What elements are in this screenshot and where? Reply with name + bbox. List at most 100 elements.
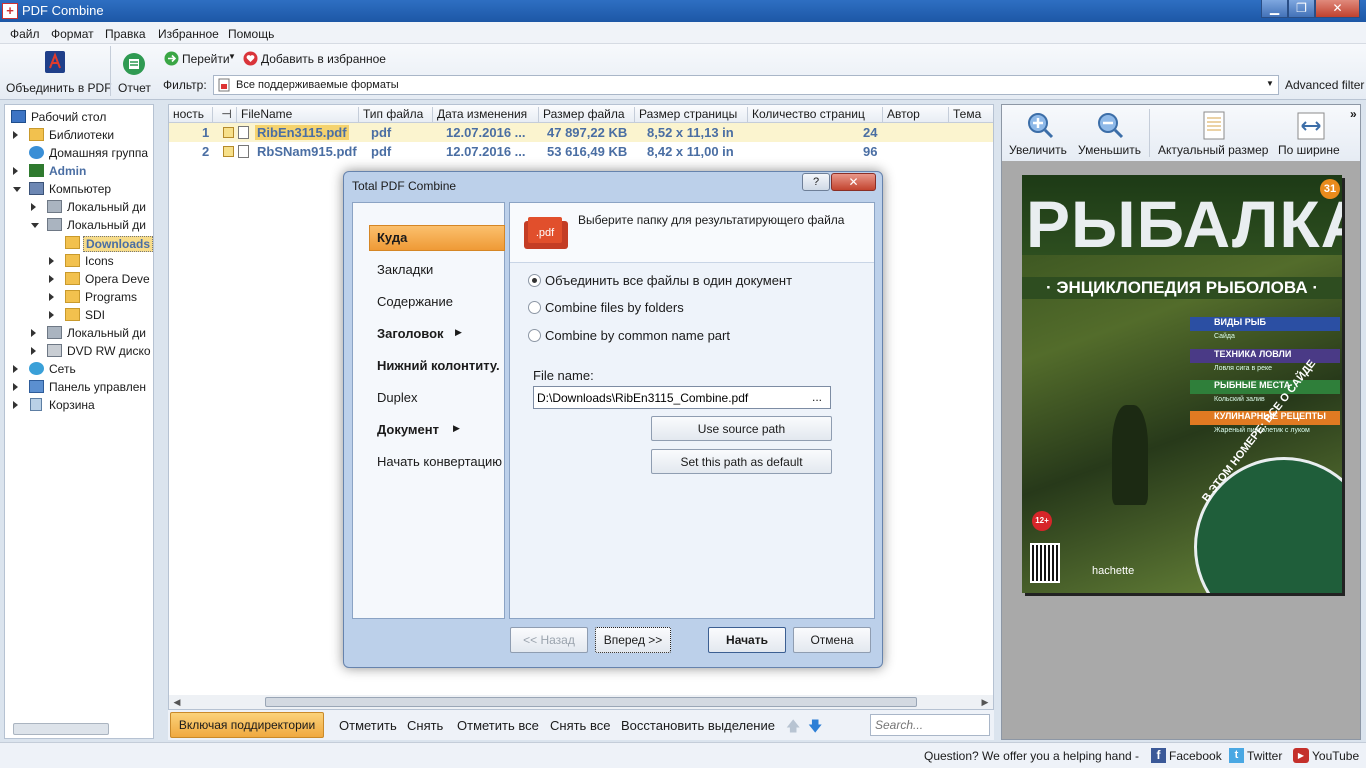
nav-item-document[interactable]: Документ (377, 422, 439, 437)
back-button[interactable]: << Назад (510, 627, 588, 653)
tree-item-control-panel[interactable]: Панель управлен (5, 378, 153, 396)
unmark-button[interactable]: Снять (407, 718, 443, 733)
cancel-button[interactable]: Отмена (793, 627, 871, 653)
column-header-size[interactable]: Размер файла (539, 107, 635, 123)
set-default-path-button[interactable]: Set this path as default (651, 449, 832, 474)
tree-item-local-disk-d[interactable]: Локальный ди (5, 216, 153, 234)
restore-selection-button[interactable]: Восстановить выделение (621, 718, 775, 733)
actual-size-button[interactable]: Актуальный размер (1154, 111, 1272, 159)
zoom-out-button[interactable]: Уменьшить (1076, 111, 1146, 159)
tree-item-computer[interactable]: Компьютер (5, 180, 153, 198)
expand-icon[interactable] (49, 293, 54, 301)
nav-item-destination[interactable]: Куда (377, 230, 407, 245)
twitter-link[interactable]: Twitter (1247, 749, 1282, 763)
tree-item-downloads[interactable]: Downloads (5, 234, 153, 252)
table-row[interactable]: 2 RbSNam915.pdf pdf 12.07.2016 ... 53 61… (169, 142, 993, 161)
menu-help[interactable]: Помощь (228, 27, 274, 41)
column-header-pages[interactable]: Количество страниц (748, 107, 883, 123)
tree-item-dvd[interactable]: DVD RW диско (5, 342, 153, 360)
column-header-subject[interactable]: Тема (949, 107, 993, 123)
more-tools-icon[interactable]: » (1350, 107, 1357, 121)
table-row[interactable]: 1 RibEn3115.pdf pdf 12.07.2016 ... 47 89… (169, 123, 993, 142)
dialog-close-button[interactable]: ✕ (831, 173, 876, 191)
mark-button[interactable]: Отметить (339, 718, 397, 733)
use-source-path-button[interactable]: Use source path (651, 416, 832, 441)
move-down-icon[interactable]: 🡇 (808, 716, 822, 740)
next-button[interactable]: Вперед >> (595, 627, 671, 653)
nav-item-start[interactable]: Начать конвертацию (377, 454, 502, 469)
expand-icon[interactable] (49, 311, 54, 319)
youtube-icon[interactable]: ▶ (1293, 748, 1309, 763)
column-header-author[interactable]: Автор (883, 107, 949, 123)
scroll-left-icon[interactable]: ◀ (171, 696, 183, 708)
browse-button[interactable]: ... (812, 390, 822, 404)
expand-icon[interactable] (13, 401, 18, 409)
advanced-filter-link[interactable]: Advanced filter (1285, 78, 1364, 92)
facebook-link[interactable]: Facebook (1169, 749, 1222, 763)
tree-item-homegroup[interactable]: Домашняя группа (5, 144, 153, 162)
tree-item-local-disk-c[interactable]: Локальный ди (5, 198, 153, 216)
twitter-icon[interactable]: t (1229, 748, 1244, 763)
column-header-number[interactable]: ность (169, 107, 213, 123)
nav-item-bookmarks[interactable]: Закладки (377, 262, 433, 277)
column-header-filename[interactable]: FileName (237, 107, 359, 123)
collapse-icon[interactable] (31, 223, 39, 228)
start-button[interactable]: Начать (708, 627, 786, 653)
move-up-icon[interactable]: 🡅 (786, 716, 800, 740)
checkbox[interactable] (223, 127, 234, 138)
checkbox[interactable] (223, 146, 234, 157)
expand-icon[interactable] (13, 131, 18, 139)
scroll-right-icon[interactable]: ▶ (979, 696, 991, 708)
close-button[interactable]: ✕ (1315, 0, 1360, 18)
search-input[interactable] (870, 714, 990, 736)
menu-edit[interactable]: Правка (105, 27, 146, 41)
tree-item-sdi[interactable]: SDI (5, 306, 153, 324)
tree-item-opera[interactable]: Opera Deve (5, 270, 153, 288)
nav-item-contents[interactable]: Содержание (377, 294, 453, 309)
radio-combine-all[interactable] (528, 274, 541, 287)
nav-item-duplex[interactable]: Duplex (377, 390, 417, 405)
expand-icon[interactable] (13, 167, 18, 175)
column-header-type[interactable]: Тип файла (359, 107, 433, 123)
file-name-input[interactable] (533, 386, 831, 409)
expand-icon[interactable] (31, 329, 36, 337)
nav-item-header[interactable]: Заголовок (377, 326, 444, 341)
minimize-button[interactable]: ▁ (1261, 0, 1288, 18)
fit-width-button[interactable]: По ширине (1276, 111, 1346, 159)
maximize-button[interactable]: ❐ (1288, 0, 1315, 18)
collapse-icon[interactable] (13, 187, 21, 192)
radio-combine-folders[interactable] (528, 301, 541, 314)
facebook-icon[interactable]: f (1151, 748, 1166, 763)
horizontal-scrollbar[interactable]: ◀ ▶ (169, 695, 993, 709)
column-header-date[interactable]: Дата изменения (433, 107, 539, 123)
expand-icon[interactable] (13, 383, 18, 391)
expand-icon[interactable] (49, 257, 54, 265)
menu-file[interactable]: Файл (10, 27, 40, 41)
menu-favorites[interactable]: Избранное (158, 27, 219, 41)
youtube-link[interactable]: YouTube (1312, 749, 1359, 763)
tree-horizontal-scrollbar[interactable] (13, 723, 109, 735)
tree-item-programs[interactable]: Programs (5, 288, 153, 306)
scrollbar-thumb[interactable] (265, 697, 917, 707)
zoom-in-button[interactable]: Увеличить (1006, 111, 1072, 159)
column-header-page-size[interactable]: Размер страницы (635, 107, 748, 123)
radio-combine-name[interactable] (528, 329, 541, 342)
tree-item-desktop[interactable]: Рабочий стол (5, 108, 153, 126)
nav-item-footer[interactable]: Нижний колонтиту. (377, 358, 500, 373)
expand-icon[interactable] (49, 275, 54, 283)
combine-pdf-button[interactable]: Объединить в PDF (2, 48, 112, 96)
tree-item-recycle-bin[interactable]: Корзина (5, 396, 153, 414)
expand-icon[interactable] (31, 203, 36, 211)
tree-item-local-disk-e[interactable]: Локальный ди (5, 324, 153, 342)
tree-item-libraries[interactable]: Библиотеки (5, 126, 153, 144)
filter-select[interactable]: Все поддерживаемые форматы ▼ (213, 75, 1279, 95)
report-button[interactable]: Отчет (114, 48, 154, 96)
include-subdirs-button[interactable]: Включая поддиректории (170, 712, 324, 738)
tree-item-admin[interactable]: Admin (5, 162, 153, 180)
expand-icon[interactable] (13, 365, 18, 373)
tree-item-network[interactable]: Сеть (5, 360, 153, 378)
mark-all-button[interactable]: Отметить все (457, 718, 539, 733)
tree-item-icons[interactable]: Icons (5, 252, 153, 270)
help-button[interactable]: ? (802, 173, 830, 191)
pin-icon[interactable]: ⊣ (213, 107, 237, 123)
